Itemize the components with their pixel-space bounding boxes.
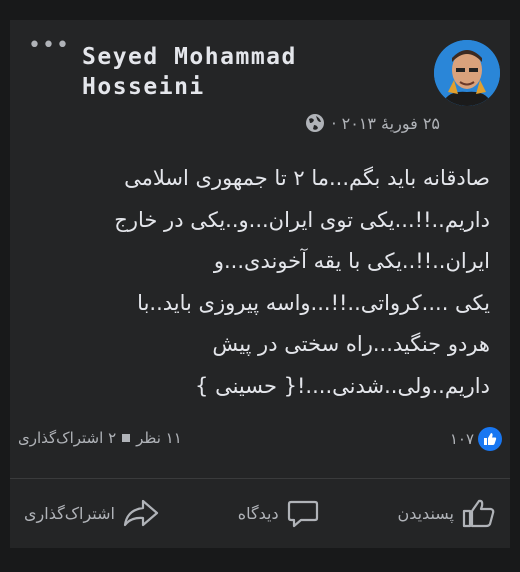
post-stats: ۱۰۷ ۱۱ نظر ۲ اشتراک‌گذاری <box>18 427 502 453</box>
more-options-icon[interactable]: ••• <box>28 35 70 57</box>
shares-count[interactable]: ۲ اشتراک‌گذاری <box>18 429 116 447</box>
like-button-label: پسندیدن <box>397 503 454 523</box>
comment-button[interactable]: دیدگاه <box>238 498 319 528</box>
comment-icon <box>287 500 318 528</box>
post-body-line: صادقانه باید بگم...ما ۲ تا جمهوری اسلامی <box>124 166 490 190</box>
author-name[interactable]: Seyed Mohammad Hosseini <box>82 42 412 102</box>
globe-icon <box>306 114 325 132</box>
post-body: صادقانه باید بگم...ما ۲ تا جمهوری اسلامی… <box>22 158 490 407</box>
action-bar: پسندیدن دیدگاه اشتراک‌گذاری <box>10 490 510 536</box>
post-body-line: هردو جنگید...راه سختی در پیش <box>212 332 490 356</box>
post-body-line: داریم..ولی..شدنی....!{ حسینی } <box>195 373 490 398</box>
post-body-line: یکی ....کرواتی..!!...واسه پیروزی باید..ب… <box>137 290 490 315</box>
avatar-image <box>434 40 500 106</box>
avatar[interactable] <box>434 40 500 106</box>
post-date[interactable]: ۲۵ فوریهٔ ۲۰۱۳ · <box>331 114 440 133</box>
post-meta: ۲۵ فوریهٔ ۲۰۱۳ · <box>305 113 440 133</box>
divider <box>10 478 510 479</box>
share-button-label: اشتراک‌گذاری <box>24 503 115 523</box>
like-count-text: ۱۰۷ <box>449 430 474 448</box>
share-button[interactable]: اشتراک‌گذاری <box>24 498 159 528</box>
comment-button-label: دیدگاه <box>237 503 279 523</box>
post-body-line: ایران..!!..یکی با یقه آخوندی...و <box>213 249 490 273</box>
thumbs-up-icon <box>462 499 495 528</box>
share-icon <box>123 499 159 527</box>
like-badge-icon <box>478 427 502 451</box>
views-count[interactable]: ۱۱ نظر <box>136 429 182 447</box>
like-count[interactable]: ۱۰۷ <box>450 427 502 451</box>
post-body-line: داریم..!!...یکی توی ایران...و..یکی در خا… <box>114 207 490 232</box>
separator-dot <box>122 434 131 442</box>
like-button[interactable]: پسندیدن <box>397 498 496 528</box>
engagement-summary: ۱۱ نظر ۲ اشتراک‌گذاری <box>18 429 182 447</box>
